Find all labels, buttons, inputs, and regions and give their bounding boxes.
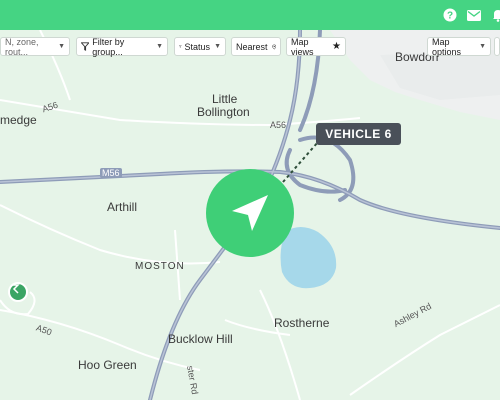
lake [280, 227, 337, 289]
chevron-down-icon: ▼ [58, 43, 65, 50]
mail-icon[interactable] [466, 7, 482, 23]
poi-marker[interactable] [8, 282, 28, 302]
bell-icon[interactable] [490, 7, 500, 23]
place-rostherne: Rostherne [274, 316, 330, 330]
svg-text:?: ? [447, 11, 453, 22]
place-bollington: Bollington [197, 105, 250, 119]
search-placeholder: N, zone, rout... [5, 36, 39, 57]
location-marker[interactable] [206, 169, 294, 257]
status-label: Status [184, 41, 211, 52]
chevron-down-icon: ▼ [214, 43, 221, 50]
map-views-label: Map views [291, 36, 314, 57]
place-hoo-green: Hoo Green [78, 358, 137, 372]
place-moston: MOSTON [135, 261, 185, 272]
top-bar: ? [0, 0, 500, 30]
road-a56-right: A56 [270, 120, 287, 130]
place-little: Little [212, 92, 238, 106]
place-mere-edge: medge [0, 113, 37, 127]
help-icon[interactable]: ? [442, 7, 458, 23]
nearest-button[interactable]: Nearest [231, 37, 281, 56]
extra-control[interactable] [494, 37, 500, 56]
status-select[interactable]: Status ▼ [174, 37, 226, 56]
chevron-down-icon: ▼ [156, 43, 163, 50]
map-options-label: Map options [432, 36, 462, 57]
chevron-down-icon: ▼ [479, 43, 486, 50]
location-pin-icon [271, 44, 276, 50]
place-arthill: Arthill [107, 200, 138, 214]
filter-label: Filter by group... [92, 36, 125, 57]
search-input[interactable]: N, zone, rout... ▼ [0, 36, 70, 57]
filter-icon [81, 42, 90, 51]
map-views-button[interactable]: Map views ★ [286, 36, 346, 57]
place-bucklow-hill: Bucklow Hill [168, 332, 233, 346]
navigation-arrow-icon [232, 195, 268, 231]
vehicle-label[interactable]: VEHICLE 6 [316, 123, 401, 145]
filter-icon [179, 45, 182, 48]
map-options-select[interactable]: Map options ▼ [427, 36, 491, 57]
poi-icon [12, 284, 20, 294]
road-m56: M56 [100, 168, 122, 178]
nearest-label: Nearest [236, 41, 268, 52]
star-icon: ★ [332, 41, 341, 52]
filter-by-group-select[interactable]: Filter by group... ▼ [76, 36, 168, 57]
